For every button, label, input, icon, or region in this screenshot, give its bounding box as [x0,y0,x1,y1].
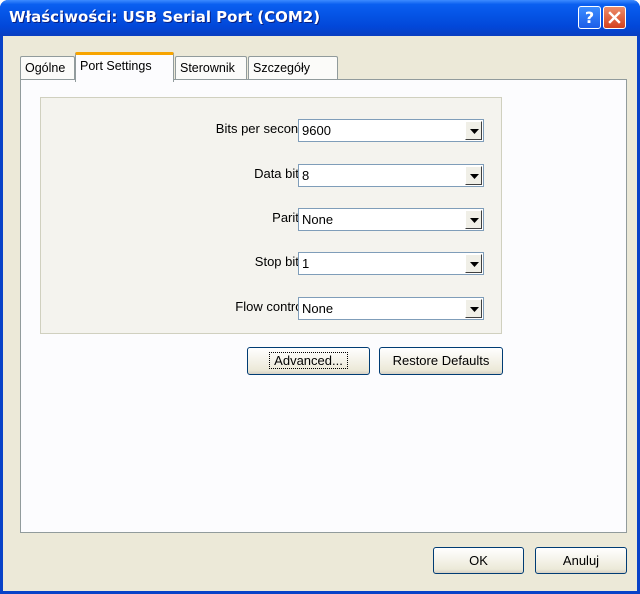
tab-port-settings[interactable]: Port Settings [75,52,174,82]
dropdown-button[interactable] [465,166,482,185]
setting-row-bits-per-second: Bits per second: 9600 [41,119,503,142]
restore-defaults-label: Restore Defaults [392,353,490,368]
port-settings-group: Bits per second: 9600 Data bits: 8 Parit… [40,97,502,334]
chevron-down-icon [470,129,479,134]
tab-details[interactable]: Szczegóły [248,56,338,80]
properties-dialog: Właściwości: USB Serial Port (COM2) ? Og… [0,0,640,594]
tab-general[interactable]: Ogólne [20,56,75,80]
dropdown-button[interactable] [465,299,482,318]
ok-button[interactable]: OK [433,547,524,574]
flow-control-value: None [302,301,334,316]
dropdown-button[interactable] [465,121,482,140]
window-title: Właściwości: USB Serial Port (COM2) [9,8,321,26]
bits-per-second-label: Bits per second: [215,121,309,136]
parity-select[interactable]: None [298,208,484,231]
dropdown-button[interactable] [465,210,482,229]
bits-per-second-select[interactable]: 9600 [298,119,484,142]
data-bits-select[interactable]: 8 [298,164,484,187]
stop-bits-select[interactable]: 1 [298,252,484,275]
flow-control-select[interactable]: None [298,297,484,320]
chevron-down-icon [470,262,479,267]
restore-defaults-button[interactable]: Restore Defaults [379,347,503,375]
cancel-button[interactable]: Anuluj [535,547,627,574]
setting-row-stop-bits: Stop bits: 1 [41,252,503,275]
parity-value: None [302,212,334,227]
title-bar[interactable]: Właściwości: USB Serial Port (COM2) ? [0,0,640,36]
chevron-down-icon [470,307,479,312]
advanced-button[interactable]: Advanced... [247,347,370,375]
tab-label: Sterownik [180,61,235,75]
bits-per-second-value: 9600 [302,123,331,138]
help-button[interactable]: ? [578,6,601,29]
tab-panel: Bits per second: 9600 Data bits: 8 Parit… [20,79,627,533]
ok-button-label: OK [469,553,488,568]
stop-bits-value: 1 [302,256,310,271]
dropdown-button[interactable] [465,254,482,273]
tab-label: Szczegóły [253,61,310,75]
tab-label: Ogólne [25,61,66,75]
close-icon [608,11,621,24]
chevron-down-icon [470,218,479,223]
tab-driver[interactable]: Sterownik [175,56,247,80]
tab-label: Port Settings [80,59,152,73]
setting-row-flow-control: Flow control: None [41,297,503,320]
close-button[interactable] [603,6,626,29]
chevron-down-icon [470,174,479,179]
data-bits-value: 8 [302,168,310,183]
help-icon: ? [584,8,595,27]
setting-row-parity: Parity: None [41,208,503,231]
setting-row-data-bits: Data bits: 8 [41,164,503,187]
advanced-button-label: Advanced... [269,352,348,369]
cancel-button-label: Anuluj [562,553,600,568]
